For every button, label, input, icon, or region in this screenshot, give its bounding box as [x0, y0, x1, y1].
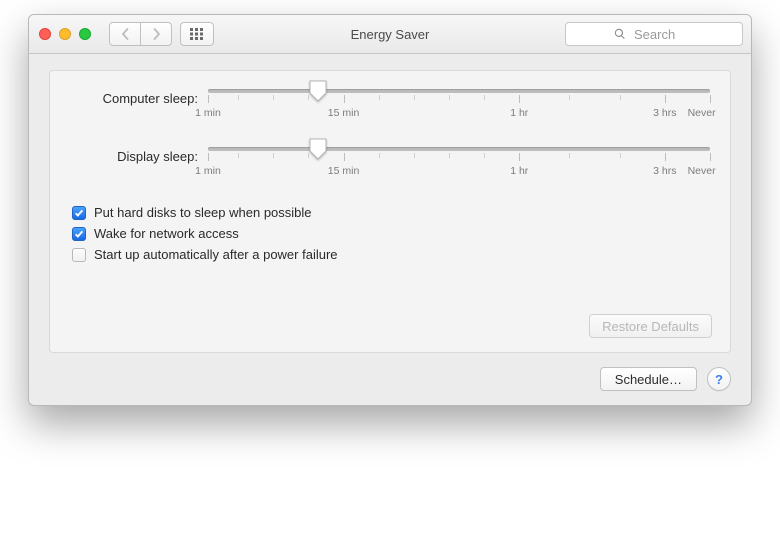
checkbox[interactable]: [72, 227, 86, 241]
schedule-button[interactable]: Schedule…: [600, 367, 697, 391]
back-button[interactable]: [109, 22, 141, 46]
check-icon: [74, 229, 84, 239]
grid-icon: [190, 28, 204, 40]
display-sleep-label: Display sleep:: [70, 147, 208, 164]
forward-button[interactable]: [141, 22, 172, 46]
checkbox[interactable]: [72, 206, 86, 220]
computer-sleep-slider[interactable]: 1 min 15 min 1 hr 3 hrs Never: [208, 89, 710, 121]
hard-disk-sleep-option[interactable]: Put hard disks to sleep when possible: [72, 205, 710, 220]
energy-panel: Computer sleep:: [49, 70, 731, 353]
checkbox[interactable]: [72, 248, 86, 262]
slider-tick-labels: 1 min 15 min 1 hr 3 hrs Never: [208, 165, 710, 179]
display-sleep-slider[interactable]: 1 min 15 min 1 hr 3 hrs Never: [208, 147, 710, 179]
close-icon[interactable]: [39, 28, 51, 40]
search-icon: [614, 28, 626, 40]
search-field[interactable]: [565, 22, 743, 46]
chevron-right-icon: [152, 28, 161, 40]
help-icon: ?: [715, 372, 723, 387]
slider-track: [208, 147, 710, 151]
zoom-icon[interactable]: [79, 28, 91, 40]
footer: Schedule… ?: [49, 367, 731, 391]
chevron-left-icon: [121, 28, 130, 40]
slider-ticks: [208, 153, 710, 165]
slider-tick-labels: 1 min 15 min 1 hr 3 hrs Never: [208, 107, 710, 121]
auto-start-option[interactable]: Start up automatically after a power fai…: [72, 247, 710, 262]
titlebar: Energy Saver: [29, 15, 751, 54]
option-label: Wake for network access: [94, 226, 239, 241]
content: Computer sleep:: [29, 54, 751, 405]
help-button[interactable]: ?: [707, 367, 731, 391]
options: Put hard disks to sleep when possible Wa…: [72, 205, 710, 262]
check-icon: [74, 208, 84, 218]
slider-ticks: [208, 95, 710, 107]
minimize-icon[interactable]: [59, 28, 71, 40]
nav-back-forward: [109, 22, 172, 46]
restore-defaults-button[interactable]: Restore Defaults: [589, 314, 712, 338]
option-label: Put hard disks to sleep when possible: [94, 205, 312, 220]
slider-track: [208, 89, 710, 93]
computer-sleep-row: Computer sleep:: [70, 89, 710, 121]
display-sleep-row: Display sleep:: [70, 147, 710, 179]
search-input[interactable]: [632, 26, 694, 43]
window-controls: [39, 28, 91, 40]
option-label: Start up automatically after a power fai…: [94, 247, 338, 262]
preferences-window: Energy Saver Computer sleep:: [28, 14, 752, 406]
show-all-button[interactable]: [180, 22, 214, 46]
computer-sleep-label: Computer sleep:: [70, 89, 208, 106]
wake-network-option[interactable]: Wake for network access: [72, 226, 710, 241]
